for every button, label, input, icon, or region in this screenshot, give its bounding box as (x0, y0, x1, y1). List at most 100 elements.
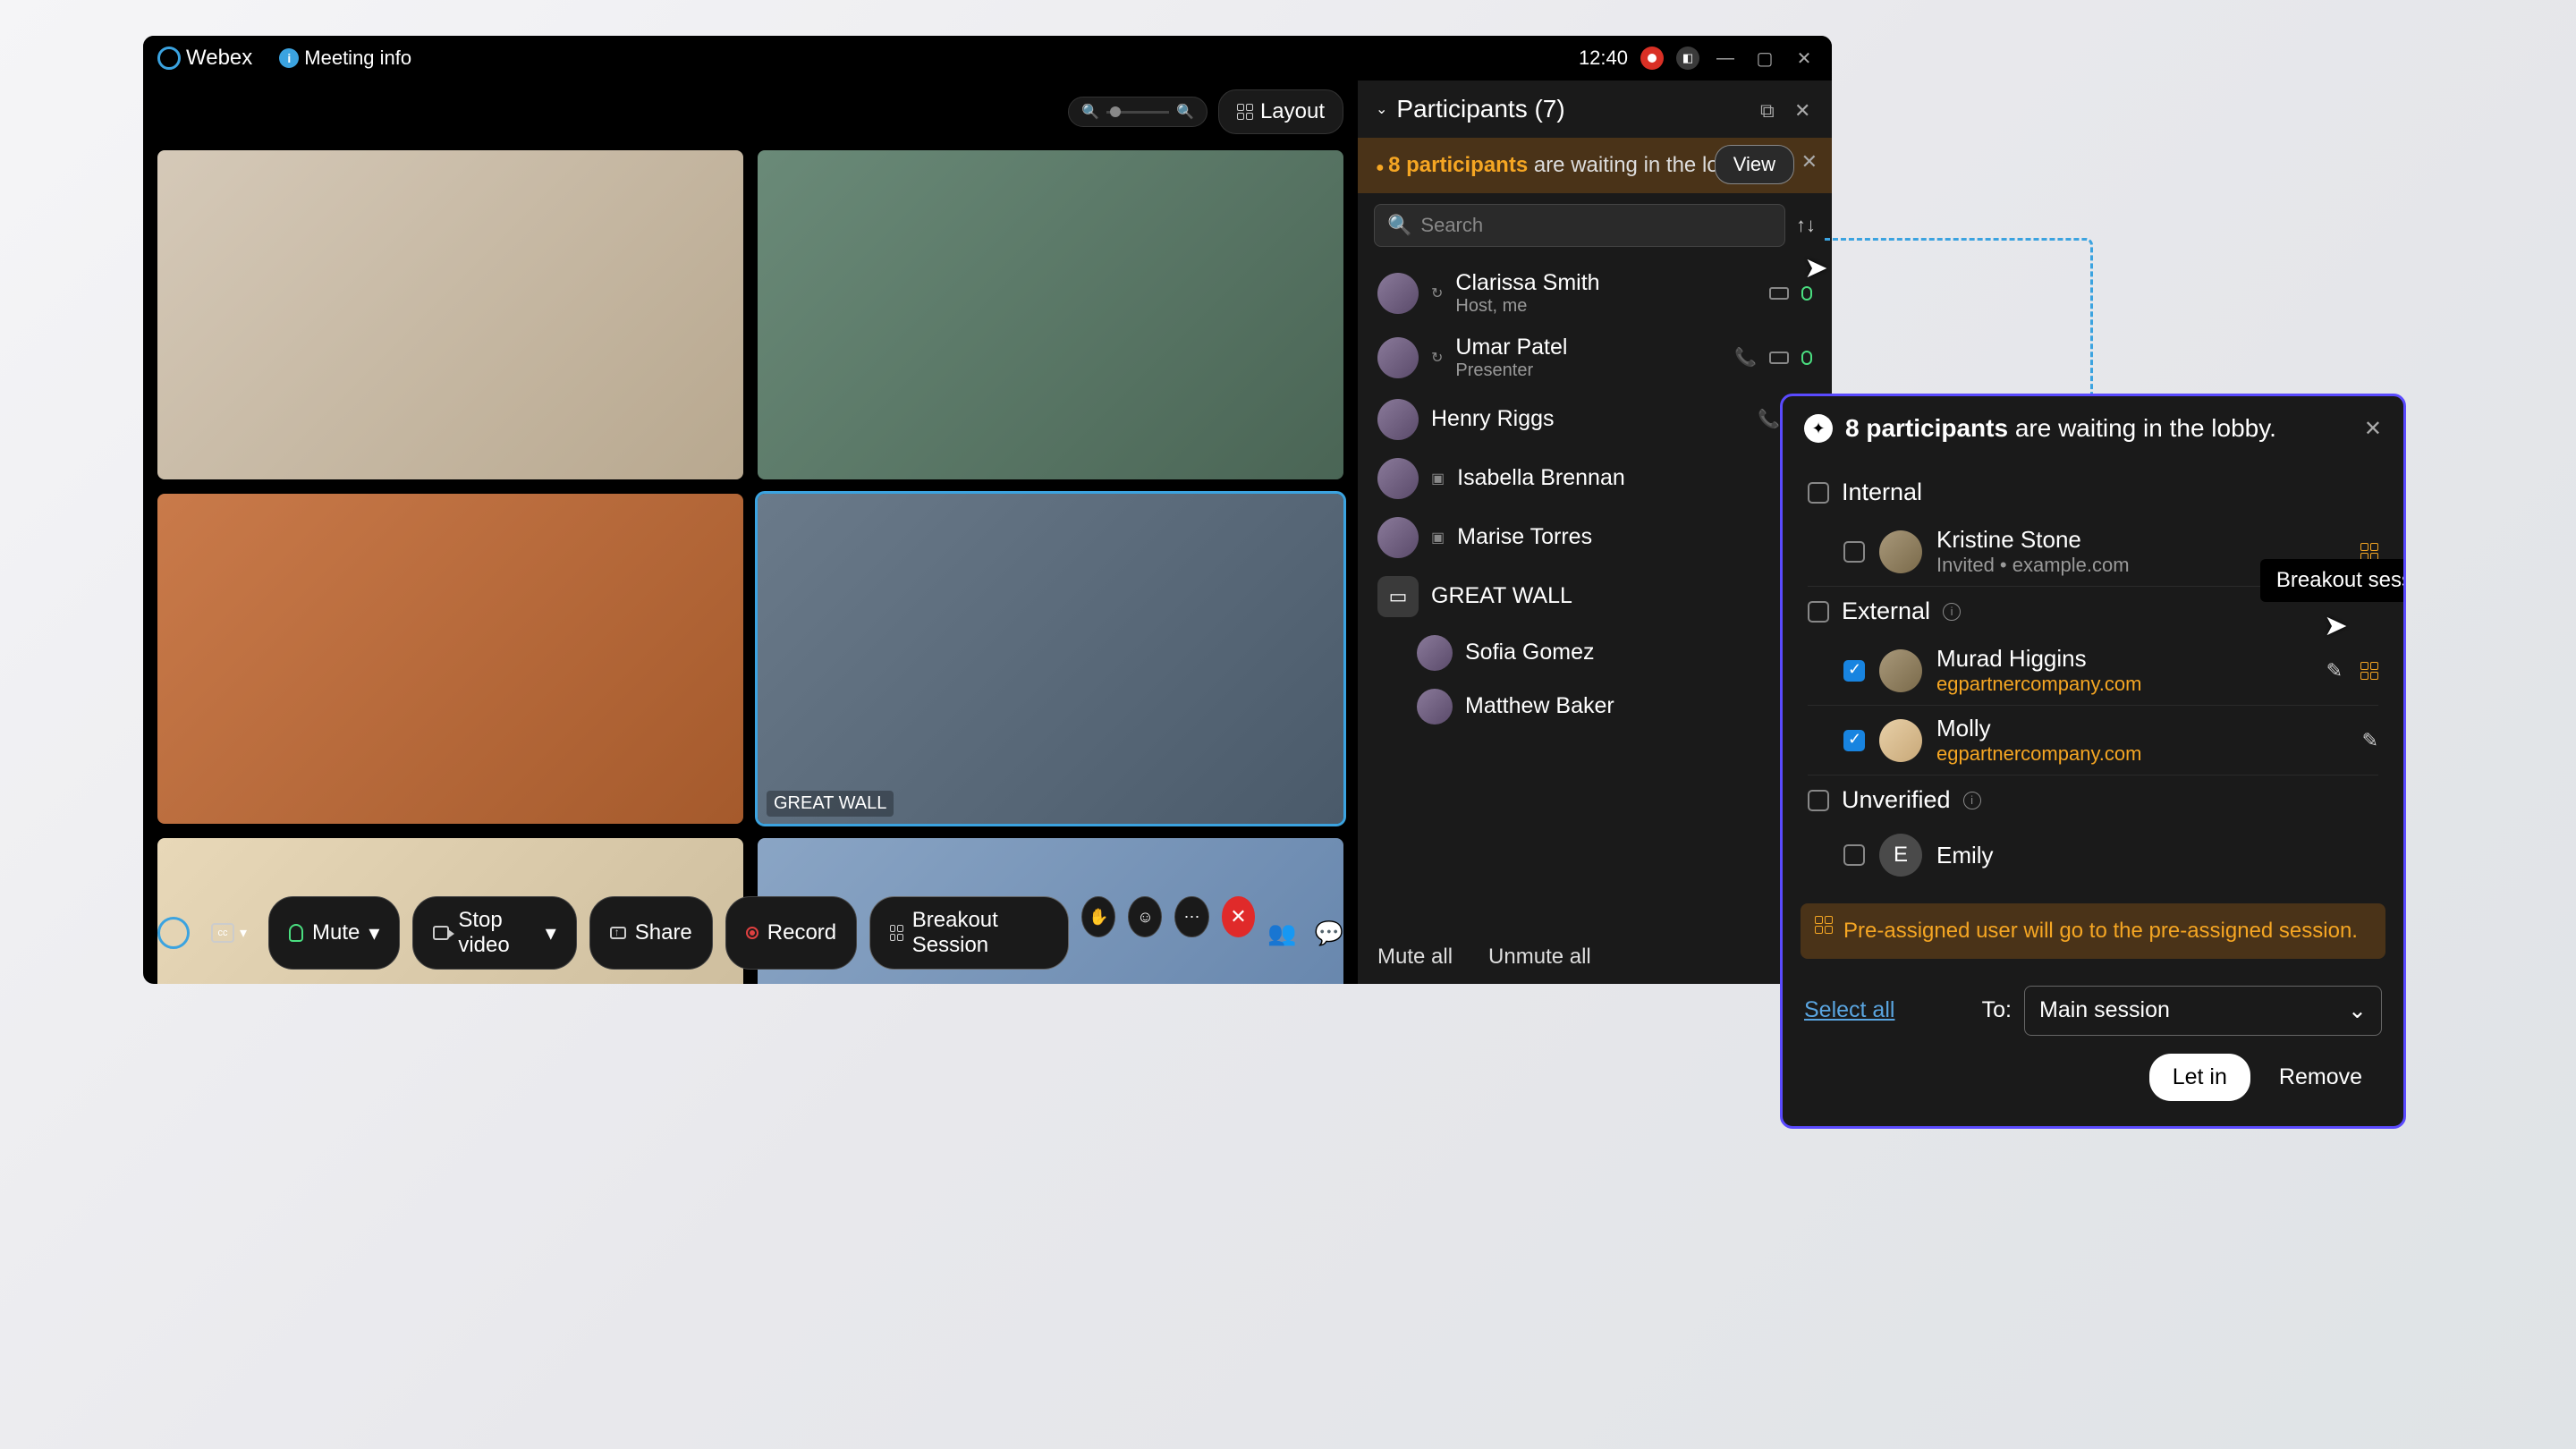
zoom-out-icon[interactable]: 🔍 (1081, 103, 1099, 121)
let-in-button[interactable]: Let in (2149, 1054, 2250, 1101)
sort-button[interactable]: ↑↓ (1796, 214, 1816, 237)
mute-all-button[interactable]: Mute all (1377, 945, 1453, 970)
avatar (1377, 399, 1419, 440)
mic-mini-icon (1801, 286, 1812, 301)
participant-row[interactable]: ↻ Clarissa SmithHost, me (1374, 261, 1816, 326)
more-button[interactable]: ⋯ (1174, 896, 1208, 937)
lobby-person-row[interactable]: E Emily (1808, 825, 2378, 886)
app-name: Webex (186, 46, 252, 71)
close-popup-icon[interactable]: ✕ (2364, 416, 2382, 442)
collapse-icon[interactable]: ⌄ (1376, 100, 1387, 118)
camera-mini-icon (1769, 352, 1789, 364)
pause-indicator-icon[interactable]: ◧ (1676, 47, 1699, 70)
raise-hand-button[interactable]: ✋ (1081, 896, 1115, 937)
avatar (1377, 517, 1419, 558)
avatar (1879, 649, 1922, 692)
section-internal[interactable]: Internal (1808, 468, 2378, 517)
layout-button[interactable]: Layout (1218, 89, 1343, 134)
checkbox[interactable] (1808, 482, 1829, 504)
video-tile[interactable] (157, 494, 743, 823)
edit-icon[interactable]: ✎ (2362, 729, 2378, 752)
participant-row[interactable]: ▣ Isabella Brennan (1374, 449, 1816, 508)
participants-icon[interactable]: 👥 (1267, 919, 1296, 947)
lobby-person-row[interactable]: Mollyegpartnercompany.com ✎ (1808, 706, 2378, 775)
share-icon (610, 927, 626, 939)
section-unverified[interactable]: Unverified i (1808, 775, 2378, 825)
avatar (1879, 719, 1922, 762)
remove-button[interactable]: Remove (2259, 1054, 2382, 1101)
select-all-link[interactable]: Select all (1804, 997, 1894, 1023)
share-button[interactable]: Share (589, 896, 713, 970)
record-button[interactable]: Record (725, 896, 857, 970)
clock: 12:40 (1579, 47, 1628, 70)
avatar (1417, 635, 1453, 671)
webex-icon (157, 47, 181, 70)
recording-indicator-icon[interactable] (1640, 47, 1664, 70)
close-panel-icon[interactable]: ✕ (1794, 99, 1814, 119)
checkbox[interactable] (1843, 844, 1865, 866)
avatar (1879, 530, 1922, 573)
view-lobby-button[interactable]: View (1715, 145, 1794, 184)
participant-list: ↻ Clarissa SmithHost, me ↻ Umar PatelPre… (1358, 258, 1832, 930)
screen-share-icon: ▣ (1431, 470, 1445, 487)
camera-icon (433, 926, 449, 940)
video-tile[interactable] (758, 150, 1343, 479)
tile-label: GREAT WALL (767, 791, 894, 817)
mute-button[interactable]: Mute▾ (268, 896, 400, 970)
maximize-button[interactable]: ▢ (1751, 45, 1778, 72)
end-call-button[interactable]: ✕ (1222, 896, 1256, 937)
session-select[interactable]: Main session ⌄ (2024, 986, 2382, 1036)
grid-icon (1237, 104, 1253, 120)
checkbox[interactable] (1808, 601, 1829, 623)
titlebar: Webex i Meeting info 12:40 ◧ — ▢ ✕ (143, 36, 1832, 80)
zoom-slider[interactable] (1106, 111, 1169, 114)
zoom-control[interactable]: 🔍 🔍 (1068, 97, 1208, 127)
info-icon[interactable]: i (1943, 603, 1961, 621)
room-row[interactable]: ▭ GREAT WALL (1374, 567, 1816, 626)
phone-icon: 📞 (1734, 346, 1757, 369)
cursor-icon: ➤ (1804, 250, 1828, 284)
zoom-in-icon[interactable]: 🔍 (1176, 103, 1194, 121)
meeting-info-button[interactable]: i Meeting info (279, 47, 411, 70)
dismiss-banner-icon[interactable]: ✕ (1801, 150, 1818, 174)
nested-participant-row[interactable]: Sofia Gomez (1374, 626, 1816, 680)
host-indicator-icon: ↻ (1431, 284, 1443, 302)
avatar (1377, 458, 1419, 499)
lobby-icon: ✦ (1804, 414, 1833, 443)
breakout-button[interactable]: Breakout Session (869, 896, 1069, 970)
checkbox-checked[interactable] (1843, 660, 1865, 682)
video-tile-active[interactable]: GREAT WALL (758, 494, 1343, 823)
alert-icon: ● (1376, 160, 1385, 175)
presenter-indicator-icon: ↻ (1431, 349, 1443, 367)
record-icon (746, 927, 758, 939)
close-window-button[interactable]: ✕ (1791, 45, 1818, 72)
checkbox-checked[interactable] (1843, 730, 1865, 751)
avatar (1377, 337, 1419, 378)
participants-panel: ⌄ Participants (7) ⧉ ✕ ● 8 participants … (1358, 80, 1832, 984)
captions-button[interactable]: cc▾ (202, 918, 256, 948)
nested-participant-row[interactable]: Matthew Baker (1374, 680, 1816, 733)
assign-breakout-icon[interactable] (2360, 543, 2378, 561)
video-tile[interactable] (157, 150, 743, 479)
assign-breakout-icon[interactable] (2360, 662, 2378, 680)
checkbox[interactable] (1808, 790, 1829, 811)
assistant-icon[interactable] (157, 917, 190, 949)
participant-row[interactable]: ↻ Umar PatelPresenter 📞 (1374, 326, 1816, 390)
info-icon[interactable]: i (1963, 792, 1981, 809)
search-input[interactable]: 🔍 Search (1374, 204, 1785, 247)
chat-icon[interactable]: 💬 (1315, 919, 1343, 947)
participant-row[interactable]: Henry Riggs 📞 (1374, 390, 1816, 449)
preassigned-note: Pre-assigned user will go to the pre-ass… (1801, 903, 2385, 959)
stop-video-button[interactable]: Stop video▾ (412, 896, 576, 970)
checkbox[interactable] (1843, 541, 1865, 563)
video-area: 🔍 🔍 Layout GREAT WALL (143, 80, 1358, 984)
avatar (1377, 273, 1419, 314)
edit-icon[interactable]: ✎ (2326, 659, 2343, 682)
unmute-all-button[interactable]: Unmute all (1488, 945, 1591, 970)
reactions-button[interactable]: ☺ (1128, 896, 1162, 937)
popout-icon[interactable]: ⧉ (1760, 99, 1780, 119)
participant-row[interactable]: ▣ Marise Torres (1374, 508, 1816, 567)
minimize-button[interactable]: — (1712, 45, 1739, 72)
lobby-banner: ● 8 participants are waiting in the lobb… (1358, 138, 1832, 193)
lobby-person-row[interactable]: Murad Higginsegpartnercompany.com ✎ (1808, 636, 2378, 706)
